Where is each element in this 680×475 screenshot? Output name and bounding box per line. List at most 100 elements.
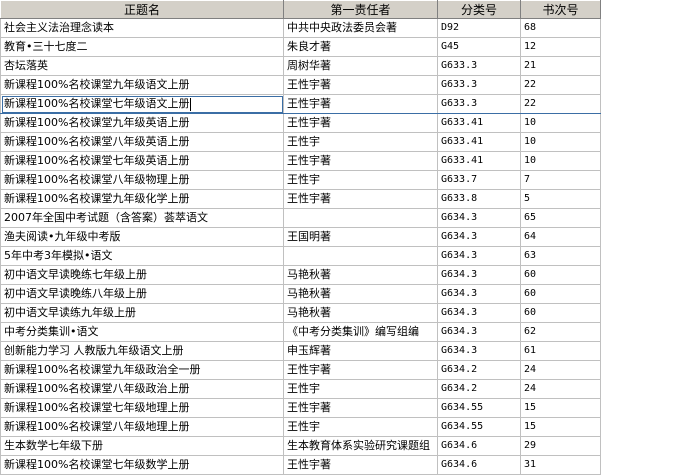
cell-title[interactable]: 新课程100%名校课堂九年级化学上册 [0, 189, 284, 209]
table-row[interactable]: 新课程100%名校课堂九年级英语上册 王性宇著 G633.41 10 [0, 113, 601, 133]
cell-title[interactable]: 初中语文早读晚练八年级上册 [0, 284, 284, 304]
cell-class-number[interactable]: G633.7 [437, 170, 521, 190]
cell-title[interactable]: 中考分类集训•语文 [0, 322, 284, 342]
table-row[interactable]: 新课程100%名校课堂七年级英语上册 王性宇著 G633.41 10 [0, 151, 601, 171]
cell-class-number[interactable]: G634.3 [437, 284, 521, 304]
cell-title[interactable]: 新课程100%名校课堂七年级语文上册 [0, 94, 284, 114]
column-header-title[interactable]: 正题名 [0, 0, 284, 19]
cell-class-number[interactable]: G634.3 [437, 208, 521, 228]
cell-class-number[interactable]: G634.2 [437, 360, 521, 380]
cell-author[interactable]: 周树华著 [283, 56, 438, 76]
cell-title[interactable]: 新课程100%名校课堂九年级政治全一册 [0, 360, 284, 380]
cell-author[interactable] [283, 246, 438, 266]
cell-class-number[interactable]: G634.3 [437, 265, 521, 285]
cell-author[interactable]: 王性宇著 [283, 455, 438, 475]
cell-author[interactable]: 生本教育体系实验研究课题组 [283, 436, 438, 456]
cell-author[interactable]: 王国明著 [283, 227, 438, 247]
cell-book-number[interactable]: 22 [520, 75, 601, 95]
cell-book-number[interactable]: 22 [520, 94, 601, 114]
cell-author[interactable]: 王性宇 [283, 417, 438, 437]
cell-author[interactable]: 中共中央政法委员会著 [283, 18, 438, 38]
table-row[interactable]: 新课程100%名校课堂八年级英语上册 王性宇 G633.41 10 [0, 132, 601, 152]
cell-class-number[interactable]: G634.55 [437, 417, 521, 437]
cell-author[interactable]: 王性宇 [283, 170, 438, 190]
cell-book-number[interactable]: 10 [520, 132, 601, 152]
table-row[interactable]: 生本数学七年级下册 生本教育体系实验研究课题组 G634.6 29 [0, 436, 601, 456]
table-row[interactable]: 渔夫阅读•九年级中考版 王国明著 G634.3 64 [0, 227, 601, 247]
cell-class-number[interactable]: G634.3 [437, 303, 521, 323]
cell-title[interactable]: 初中语文早读晚练七年级上册 [0, 265, 284, 285]
cell-book-number[interactable]: 24 [520, 379, 601, 399]
cell-author[interactable]: 《中考分类集训》编写组编 [283, 322, 438, 342]
cell-book-number[interactable]: 12 [520, 37, 601, 57]
cell-title[interactable]: 新课程100%名校课堂七年级地理上册 [0, 398, 284, 418]
cell-title[interactable]: 生本数学七年级下册 [0, 436, 284, 456]
table-row[interactable]: 杏坛落英 周树华著 G633.3 21 [0, 56, 601, 76]
cell-class-number[interactable]: D92 [437, 18, 521, 38]
cell-class-number[interactable]: G634.3 [437, 341, 521, 361]
table-row[interactable]: 新课程100%名校课堂八年级地理上册 王性宇 G634.55 15 [0, 417, 601, 437]
table-row[interactable]: 新课程100%名校课堂七年级数学上册 王性宇著 G634.6 31 [0, 455, 601, 475]
cell-title[interactable]: 创新能力学习 人教版九年级语文上册 [0, 341, 284, 361]
cell-title[interactable]: 5年中考3年模拟•语文 [0, 246, 284, 266]
cell-book-number[interactable]: 63 [520, 246, 601, 266]
cell-class-number[interactable]: G633.3 [437, 94, 521, 114]
cell-book-number[interactable]: 15 [520, 398, 601, 418]
cell-book-number[interactable]: 10 [520, 151, 601, 171]
cell-book-number[interactable]: 24 [520, 360, 601, 380]
cell-class-number[interactable]: G634.3 [437, 322, 521, 342]
cell-title[interactable]: 新课程100%名校课堂八年级物理上册 [0, 170, 284, 190]
cell-author[interactable]: 王性宇著 [283, 75, 438, 95]
cell-book-number[interactable]: 68 [520, 18, 601, 38]
cell-book-number[interactable]: 60 [520, 303, 601, 323]
cell-author[interactable]: 王性宇著 [283, 151, 438, 171]
cell-author[interactable]: 马艳秋著 [283, 265, 438, 285]
cell-title[interactable]: 渔夫阅读•九年级中考版 [0, 227, 284, 247]
cell-book-number[interactable]: 65 [520, 208, 601, 228]
cell-book-number[interactable]: 31 [520, 455, 601, 475]
cell-title[interactable]: 新课程100%名校课堂九年级语文上册 [0, 75, 284, 95]
table-row[interactable]: 5年中考3年模拟•语文 G634.3 63 [0, 246, 601, 266]
cell-class-number[interactable]: G634.55 [437, 398, 521, 418]
cell-class-number[interactable]: G633.41 [437, 151, 521, 171]
cell-title[interactable]: 新课程100%名校课堂七年级数学上册 [0, 455, 284, 475]
cell-title[interactable]: 杏坛落英 [0, 56, 284, 76]
cell-title[interactable]: 新课程100%名校课堂八年级英语上册 [0, 132, 284, 152]
cell-author[interactable]: 王性宇著 [283, 189, 438, 209]
cell-author[interactable]: 王性宇著 [283, 113, 438, 133]
cell-book-number[interactable]: 61 [520, 341, 601, 361]
table-row[interactable]: 创新能力学习 人教版九年级语文上册 申玉辉著 G634.3 61 [0, 341, 601, 361]
cell-book-number[interactable]: 21 [520, 56, 601, 76]
column-header-author[interactable]: 第一责任者 [283, 0, 438, 19]
cell-title[interactable]: 新课程100%名校课堂八年级地理上册 [0, 417, 284, 437]
table-row[interactable]: 教育•三十七度二 朱良才著 G45 12 [0, 37, 601, 57]
cell-title[interactable]: 社会主义法治理念读本 [0, 18, 284, 38]
table-row[interactable]: 中考分类集训•语文 《中考分类集训》编写组编 G634.3 62 [0, 322, 601, 342]
cell-title[interactable]: 新课程100%名校课堂八年级政治上册 [0, 379, 284, 399]
table-row[interactable]: 新课程100%名校课堂九年级政治全一册 王性宇著 G634.2 24 [0, 360, 601, 380]
table-row[interactable]: 新课程100%名校课堂七年级语文上册 王性宇著 G633.3 22 [0, 94, 601, 114]
cell-book-number[interactable]: 5 [520, 189, 601, 209]
table-row[interactable]: 新课程100%名校课堂九年级化学上册 王性宇著 G633.8 5 [0, 189, 601, 209]
cell-title[interactable]: 教育•三十七度二 [0, 37, 284, 57]
cell-author[interactable] [283, 208, 438, 228]
cell-author[interactable]: 王性宇 [283, 379, 438, 399]
table-row[interactable]: 新课程100%名校课堂八年级物理上册 王性宇 G633.7 7 [0, 170, 601, 190]
cell-class-number[interactable]: G634.6 [437, 436, 521, 456]
cell-title[interactable]: 新课程100%名校课堂九年级英语上册 [0, 113, 284, 133]
cell-author[interactable]: 马艳秋著 [283, 284, 438, 304]
cell-author[interactable]: 朱良才著 [283, 37, 438, 57]
cell-book-number[interactable]: 29 [520, 436, 601, 456]
table-row[interactable]: 初中语文早读晚练七年级上册 马艳秋著 G634.3 60 [0, 265, 601, 285]
table-row[interactable]: 2007年全国中考试题（含答案）荟萃语文 G634.3 65 [0, 208, 601, 228]
cell-title[interactable]: 新课程100%名校课堂七年级英语上册 [0, 151, 284, 171]
table-row[interactable]: 新课程100%名校课堂七年级地理上册 王性宇著 G634.55 15 [0, 398, 601, 418]
cell-book-number[interactable]: 60 [520, 265, 601, 285]
column-header-class-number[interactable]: 分类号 [437, 0, 521, 19]
cell-class-number[interactable]: G634.2 [437, 379, 521, 399]
table-row[interactable]: 初中语文早读晚练八年级上册 马艳秋著 G634.3 60 [0, 284, 601, 304]
cell-book-number[interactable]: 10 [520, 113, 601, 133]
cell-author[interactable]: 王性宇 [283, 132, 438, 152]
cell-author[interactable]: 申玉辉著 [283, 341, 438, 361]
cell-book-number[interactable]: 60 [520, 284, 601, 304]
